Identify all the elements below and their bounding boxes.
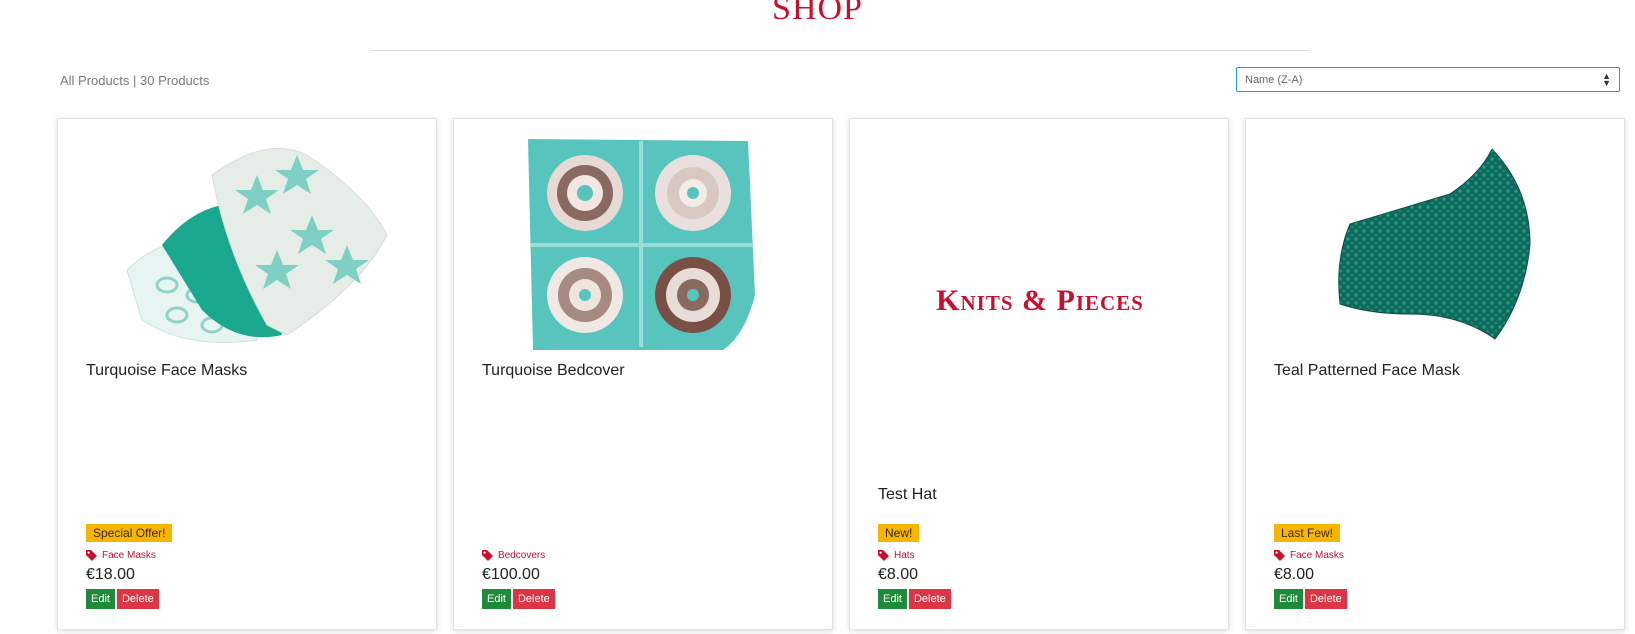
product-category[interactable]: Face Masks xyxy=(1274,550,1344,561)
tag-icon xyxy=(86,550,97,561)
product-count: 30 Products xyxy=(140,73,210,88)
delete-button[interactable]: Delete xyxy=(1304,589,1347,609)
edit-button[interactable]: Edit xyxy=(1274,589,1303,609)
delete-button[interactable]: Delete xyxy=(512,589,555,609)
product-card[interactable]: Knits & Pieces Test Hat New! Hats €8.00 … xyxy=(849,118,1229,630)
product-card[interactable]: Teal Patterned Face Mask Last Few! Face … xyxy=(1245,118,1625,630)
product-category[interactable]: Hats xyxy=(878,550,915,561)
product-badge: New! xyxy=(878,524,920,542)
product-name[interactable]: Teal Patterned Face Mask xyxy=(1274,362,1460,380)
product-badge: Special Offer! xyxy=(86,524,173,542)
tag-icon xyxy=(482,550,493,561)
delete-button[interactable]: Delete xyxy=(908,589,951,609)
page-title: SHOP xyxy=(772,0,863,27)
product-category[interactable]: Face Masks xyxy=(86,550,156,561)
product-name[interactable]: Turquoise Bedcover xyxy=(482,362,625,380)
all-products-link[interactable]: All Products xyxy=(60,73,129,88)
product-price: €8.00 xyxy=(1274,566,1315,583)
product-price: €8.00 xyxy=(878,566,919,583)
tag-icon xyxy=(1274,550,1285,561)
product-counts: All Products | 30 Products xyxy=(60,73,209,88)
product-image[interactable] xyxy=(1330,149,1540,349)
count-separator: | xyxy=(133,73,137,88)
product-category[interactable]: Bedcovers xyxy=(482,550,545,561)
tag-icon xyxy=(878,550,889,561)
product-name[interactable]: Turquoise Face Masks xyxy=(86,362,247,380)
category-label: Hats xyxy=(894,550,915,561)
product-card[interactable]: Turquoise Face Masks Special Offer! Face… xyxy=(57,118,437,630)
edit-button[interactable]: Edit xyxy=(86,589,115,609)
sort-selected-value: Name (Z-A) xyxy=(1245,73,1303,86)
product-image[interactable] xyxy=(107,135,387,355)
product-price: €100.00 xyxy=(482,566,540,583)
sort-arrows-icon: ▲ ▼ xyxy=(1602,70,1611,88)
delete-button[interactable]: Delete xyxy=(116,589,159,609)
sort-select[interactable]: Name (Z-A) ▲ ▼ xyxy=(1236,67,1620,92)
product-price: €18.00 xyxy=(86,566,135,583)
placeholder-logo-image[interactable]: Knits & Pieces xyxy=(850,284,1230,318)
category-label: Bedcovers xyxy=(498,550,546,561)
product-image[interactable] xyxy=(523,135,763,355)
product-name[interactable]: Test Hat xyxy=(878,486,937,504)
edit-button[interactable]: Edit xyxy=(878,589,907,609)
category-label: Face Masks xyxy=(1290,550,1344,561)
title-divider xyxy=(371,50,1309,51)
product-badge: Last Few! xyxy=(1274,524,1341,542)
product-card[interactable]: Turquoise Bedcover Bedcovers €100.00 Edi… xyxy=(453,118,833,630)
edit-button[interactable]: Edit xyxy=(482,589,511,609)
category-label: Face Masks xyxy=(102,550,156,561)
